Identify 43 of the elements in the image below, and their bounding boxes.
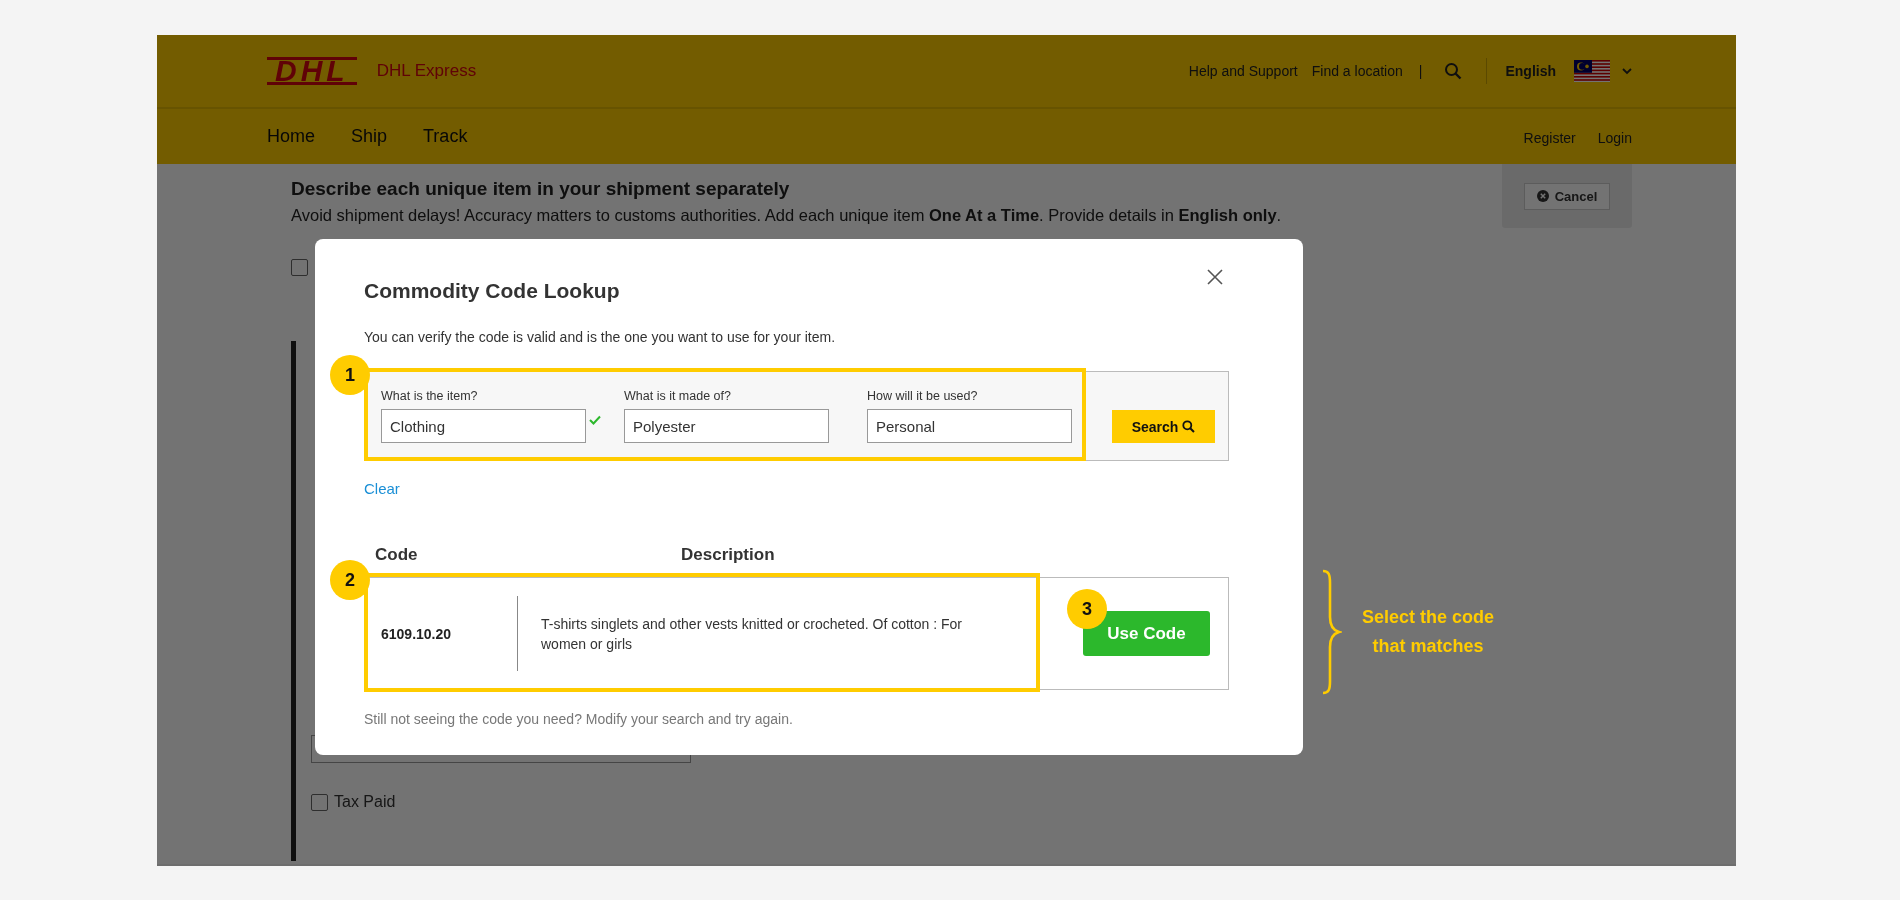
intro-text: Avoid shipment delays! Accuracy matters to customs authorities. Add each unique item One At a Time. Provide details in English only. [291, 206, 1283, 225]
brace-icon [1320, 569, 1342, 695]
search-icon [1182, 420, 1196, 433]
step-badge: 2 [330, 560, 370, 600]
nav-link[interactable]: Home [267, 126, 315, 147]
logo[interactable]: DHL [267, 57, 357, 85]
close-icon [1207, 269, 1223, 285]
flag-icon [1574, 60, 1610, 82]
description-cell-text: T-shirts singlets and other vests knitted or crocheted. Of cotton : For women or girls [541, 614, 963, 654]
account-link[interactable]: Login [1597, 129, 1632, 146]
input-field[interactable]: Personal [867, 409, 1072, 443]
nav-link[interactable]: Ship [351, 126, 388, 147]
checkbox[interactable] [311, 793, 328, 811]
cancel-button[interactable]: Cancel [1523, 182, 1611, 210]
nav-link[interactable]: Track [423, 126, 468, 147]
divider-text: | [1418, 63, 1423, 79]
annotation-text: Select the code that matches [1362, 606, 1495, 658]
dialog-subtitle: You can verify the code is valid and is the one you want to use for your item. [364, 329, 837, 345]
checkbox-label: Tax Paid [334, 793, 396, 811]
header-link[interactable]: Help and Support [1188, 63, 1298, 79]
dialog-footer-text: Still not seeing the code you need? Modify your search and try again. [364, 711, 794, 727]
field-label: How will it be used? [867, 389, 979, 403]
column-header: Description [681, 545, 775, 565]
page-heading: Describe each unique item in your shipment separately [291, 178, 791, 200]
chevron-down-icon [1622, 67, 1632, 75]
clear-link[interactable]: Clear [364, 480, 400, 497]
search-button[interactable]: Search [1112, 410, 1215, 443]
step-badge: 3 [1067, 589, 1107, 629]
field-label: What is the item? [381, 389, 479, 403]
checkbox[interactable] [291, 259, 308, 276]
input-field[interactable]: Clothing [381, 409, 586, 443]
input-field[interactable]: Polyester [624, 409, 829, 443]
close-icon [1536, 190, 1549, 202]
language-selector[interactable]: English [1505, 63, 1556, 79]
account-link[interactable]: Register [1523, 129, 1576, 146]
code-cell-text: 6109.10.20 [380, 625, 453, 642]
dialog-title: Commodity Code Lookup [364, 279, 620, 303]
search-icon [1444, 62, 1463, 80]
field-label: What is it made of? [624, 389, 732, 403]
brand-name: DHL Express [376, 61, 477, 81]
column-header: Code [374, 545, 419, 565]
header-link[interactable]: Find a location [1311, 63, 1403, 79]
step-badge: 1 [330, 355, 370, 395]
